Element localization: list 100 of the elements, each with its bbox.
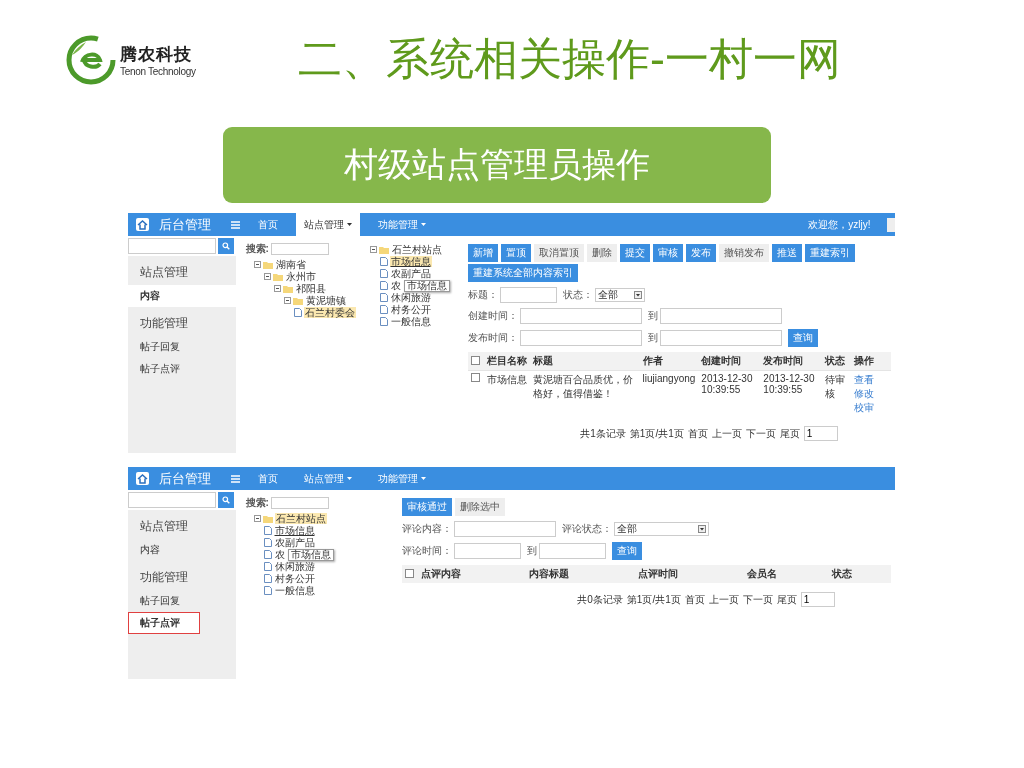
slide-title: 二、系统相关操作-一村一网 [298, 32, 841, 86]
search-button[interactable] [217, 238, 234, 254]
folder-icon [272, 272, 283, 281]
toolbar-button[interactable]: 撤销发布 [718, 244, 769, 262]
pager-link[interactable]: 下一页 [742, 592, 773, 607]
column-header: 操作 [850, 352, 891, 371]
tooltip: 市场信息 [287, 548, 334, 561]
table-cell: 待审核 [822, 370, 851, 417]
input-field[interactable] [519, 330, 642, 346]
field-label: 到 [647, 309, 658, 323]
checkbox[interactable] [404, 568, 414, 578]
tree-item[interactable]: 一般信息 [389, 316, 432, 327]
tree-item[interactable]: 村务公开 [389, 304, 432, 315]
sidebar-item[interactable]: 帖子点评 [127, 612, 200, 634]
input-field[interactable] [659, 308, 782, 324]
tree-item[interactable]: 一般信息 [273, 585, 316, 596]
collapse-icon[interactable] [273, 285, 281, 292]
status-select[interactable]: 全部 [594, 288, 645, 302]
tree-search-field[interactable] [270, 497, 329, 509]
tree-item[interactable]: 农 [389, 280, 402, 291]
tree-item[interactable]: 村务公开 [273, 573, 316, 584]
field-label: 评论状态： [561, 522, 612, 536]
folder-icon [378, 245, 389, 254]
sidebar-heading: 功能管理 [138, 569, 189, 586]
pager-link[interactable]: 尾页 [776, 592, 797, 607]
pager-link[interactable]: 尾页 [779, 426, 800, 441]
pager-link[interactable]: 下一页 [745, 426, 776, 441]
menu-icon[interactable] [230, 474, 240, 483]
column-header: 栏目名称 [483, 352, 530, 371]
input-field[interactable] [659, 330, 782, 346]
tree-item[interactable]: 黄泥塘镇 [304, 295, 347, 306]
tree-item[interactable]: 农 [273, 549, 286, 560]
table-cell: liujiangyong [639, 370, 699, 417]
column-header: 作者 [639, 352, 699, 371]
nav-item[interactable]: 站点管理 [295, 213, 360, 236]
page-field[interactable]: 1 [800, 592, 835, 607]
logo-tagline: Tenon Technology [120, 65, 196, 77]
toolbar-button[interactable]: 删除 [586, 244, 617, 262]
input-field[interactable] [519, 308, 642, 324]
tree-item[interactable]: 农副产品 [273, 537, 316, 548]
tree-item[interactable]: 市场信息 [273, 525, 316, 536]
collapse-icon[interactable] [253, 515, 261, 522]
action-link[interactable]: 查看 [853, 374, 874, 385]
home-icon[interactable] [135, 472, 149, 485]
collapse-icon[interactable] [369, 246, 377, 253]
caret-icon [420, 477, 426, 480]
checkbox[interactable] [470, 373, 480, 382]
toolbar-button[interactable]: 取消置顶 [533, 244, 584, 262]
sidebar-item[interactable]: 内容 [127, 285, 236, 307]
action-link[interactable]: 修改 [853, 388, 874, 399]
field-label: 到 [647, 331, 658, 345]
home-icon[interactable] [135, 218, 149, 231]
sidebar-item[interactable]: 内容 [127, 539, 236, 561]
field-label: 评论时间： [401, 544, 452, 558]
tree-item[interactable]: 祁阳县 [294, 283, 327, 294]
sidebar-heading: 站点管理 [138, 264, 189, 281]
tree-item[interactable]: 休闲旅游 [389, 292, 432, 303]
input-field[interactable] [499, 287, 557, 303]
tree-item[interactable]: 农副产品 [389, 268, 432, 279]
input-field[interactable] [453, 543, 521, 559]
tree-item[interactable]: 市场信息 [389, 256, 432, 267]
sidebar-item[interactable]: 帖子点评 [127, 358, 236, 380]
status-select[interactable]: 全部 [613, 522, 709, 536]
tree-item[interactable]: 湖南省 [274, 259, 307, 270]
sidebar-item[interactable]: 帖子回复 [127, 590, 236, 612]
record-count: 共1条记录 [580, 426, 626, 441]
folder-icon [282, 284, 293, 293]
field-label: 状态： [562, 288, 593, 302]
folder-icon [292, 296, 303, 305]
search-field[interactable] [127, 492, 216, 508]
pager-link[interactable]: 首页 [687, 426, 708, 441]
caret-icon [346, 223, 352, 226]
pager-link[interactable]: 上一页 [711, 426, 742, 441]
column-header: 内容标题 [526, 565, 636, 583]
search-icon [221, 242, 230, 250]
page-field[interactable]: 1 [803, 426, 838, 441]
collapse-icon[interactable] [263, 273, 271, 280]
search-field[interactable] [127, 238, 216, 254]
collapse-icon[interactable] [253, 261, 261, 268]
input-field[interactable] [453, 521, 556, 537]
tree-item[interactable]: 休闲旅游 [273, 561, 316, 572]
toolbar-button[interactable]: 删除选中 [454, 498, 505, 516]
input-field[interactable] [538, 543, 606, 559]
section-banner: 村级站点管理员操作 [223, 127, 771, 203]
search-button[interactable] [217, 492, 234, 508]
tree-item[interactable]: 石兰村站点 [390, 244, 443, 255]
tree-item[interactable]: 石兰村委会 [303, 307, 356, 318]
menu-icon[interactable] [230, 220, 240, 229]
search-label: 搜索: [245, 496, 269, 510]
tree-item[interactable]: 永州市 [284, 271, 317, 282]
collapse-icon[interactable] [283, 297, 291, 304]
tree-item[interactable]: 石兰村站点 [274, 513, 327, 524]
action-link[interactable]: 校审 [853, 402, 874, 413]
checkbox[interactable] [470, 355, 480, 365]
tree-search-field[interactable] [270, 243, 329, 255]
pager-link[interactable]: 首页 [684, 592, 705, 607]
sidebar-item[interactable]: 帖子回复 [127, 336, 236, 358]
column-header: 会员名 [743, 565, 829, 583]
user-button[interactable] [886, 217, 895, 232]
pager-link[interactable]: 上一页 [708, 592, 739, 607]
